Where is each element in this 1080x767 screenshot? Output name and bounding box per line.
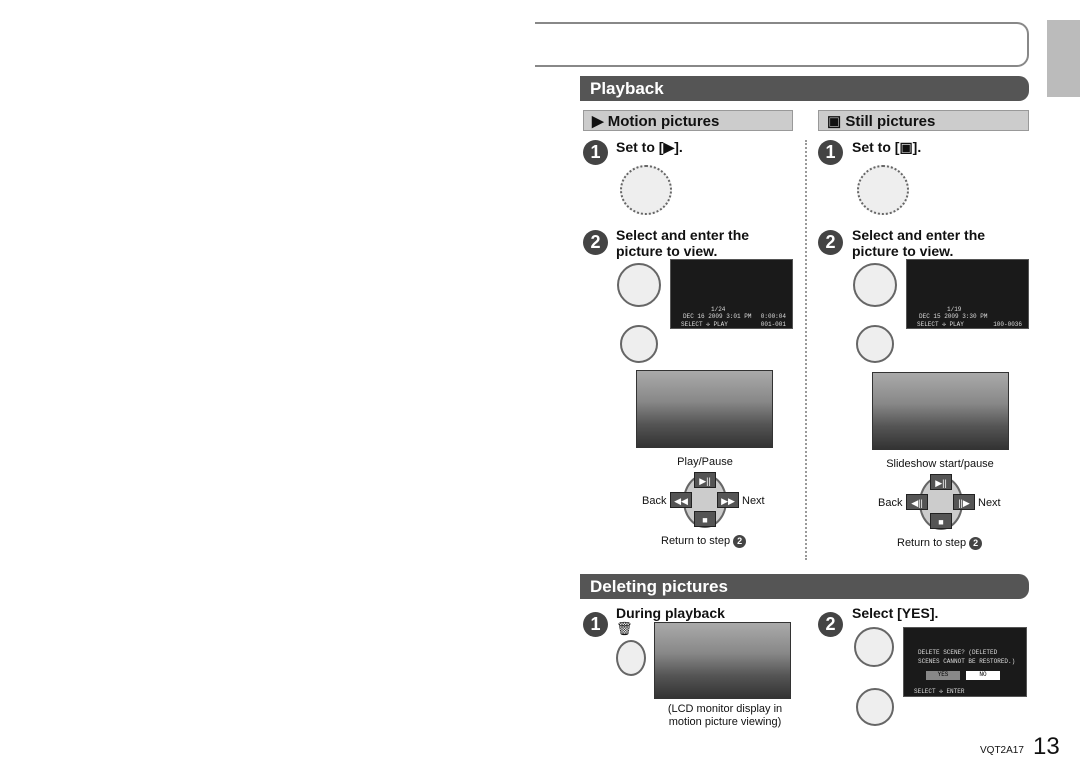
page-number: 13 — [1033, 733, 1060, 760]
dialog-select: SELECT ✣ ENTER — [914, 688, 965, 695]
delete-playback-photo — [654, 622, 791, 699]
still-title: Still pictures — [845, 113, 936, 130]
rewind-icon: ◀◀ — [670, 492, 692, 508]
lcd-file: 100-0036 — [993, 321, 1022, 328]
still-pictures-heading: ▣ Still pictures — [818, 110, 1029, 131]
lcd-counter: 1/19 — [947, 306, 962, 313]
mode-dial-icon — [620, 165, 672, 215]
fast-forward-icon: ▶▶ — [717, 492, 739, 508]
lcd-duration: 0:00:04 — [760, 313, 786, 320]
slideshow-icon: ▶|| — [930, 474, 952, 490]
joystick-icon — [854, 627, 894, 667]
still-playback-photo — [872, 372, 1009, 450]
motion-lcd-thumbnails: 1/24 DEC 16 2009 3:01 PM 0:00:04 SELECT … — [670, 259, 793, 329]
still-step1: Set to [▣]. — [852, 139, 922, 155]
label-next: Next — [978, 497, 1001, 509]
still-step2: Select and enter the picture to view. — [852, 227, 986, 259]
playback-heading: Playback — [580, 76, 1029, 101]
divider — [805, 140, 807, 560]
lcd-select: SELECT ✣ PLAY — [917, 321, 964, 328]
motion-step1: Set to [▶]. — [616, 139, 683, 155]
joystick-icon — [617, 263, 661, 307]
play-pause-icon: ▶|| — [694, 472, 716, 488]
motion-step2: Select and enter the picture to view. — [616, 227, 750, 259]
step-number-1: 1 — [818, 140, 843, 165]
lcd-file: 001-001 — [760, 321, 786, 328]
press-joystick-icon — [856, 325, 894, 363]
delete-dialog: DELETE SCENE? (DELETED SCENES CANNOT BE … — [903, 627, 1027, 697]
section-tab — [1047, 20, 1080, 97]
lcd-select: SELECT ✣ PLAY — [681, 321, 728, 328]
delete-caption: (LCD monitor display in motion picture v… — [667, 703, 783, 728]
step-number-2: 2 — [583, 230, 608, 255]
step-number-1: 1 — [583, 612, 608, 637]
step-number-2: 2 — [818, 612, 843, 637]
delete-step2: Select [YES]. — [852, 605, 939, 621]
lcd-date: DEC 16 2009 3:01 PM — [683, 313, 752, 320]
deleting-heading: Deleting pictures — [580, 574, 1029, 599]
press-joystick-icon — [620, 325, 658, 363]
label-return: Return to step 2 — [661, 535, 747, 548]
label-back: Back — [878, 497, 903, 509]
motion-pictures-heading: ▶ Motion pictures — [583, 110, 793, 131]
dialog-message: DELETE SCENE? (DELETED SCENES CANNOT BE … — [918, 649, 1016, 665]
trash-icon: 🗑 — [616, 621, 633, 636]
stop-icon: ■ — [694, 511, 716, 527]
delete-step1: During playback — [616, 605, 725, 621]
label-play-pause: Play/Pause — [677, 456, 733, 468]
press-button-icon — [616, 640, 646, 676]
header-box — [535, 22, 1029, 67]
next-icon: ||▶ — [953, 494, 975, 510]
yes-button[interactable]: YES — [926, 671, 960, 680]
joystick-icon — [853, 263, 897, 307]
step-number-2: 2 — [818, 230, 843, 255]
label-next: Next — [742, 495, 765, 507]
still-lcd-thumbnails: 1/19 DEC 15 2009 3:30 PM SELECT ✣ PLAY 1… — [906, 259, 1029, 329]
motion-title: Motion pictures — [607, 113, 720, 130]
label-slideshow: Slideshow start/pause — [886, 458, 994, 470]
mode-dial-icon — [857, 165, 909, 215]
label-back: Back — [642, 495, 667, 507]
lcd-date: DEC 15 2009 3:30 PM — [919, 313, 988, 320]
step-number-1: 1 — [583, 140, 608, 165]
label-return: Return to step 2 — [897, 537, 983, 550]
back-icon: ◀|| — [906, 494, 928, 510]
motion-playback-photo — [636, 370, 773, 448]
press-joystick-icon — [856, 688, 894, 726]
lcd-counter: 1/24 — [711, 306, 726, 313]
stop-icon: ■ — [930, 513, 952, 529]
no-button[interactable]: NO — [966, 671, 1000, 680]
model-code: VQT2A17 — [980, 745, 1024, 756]
